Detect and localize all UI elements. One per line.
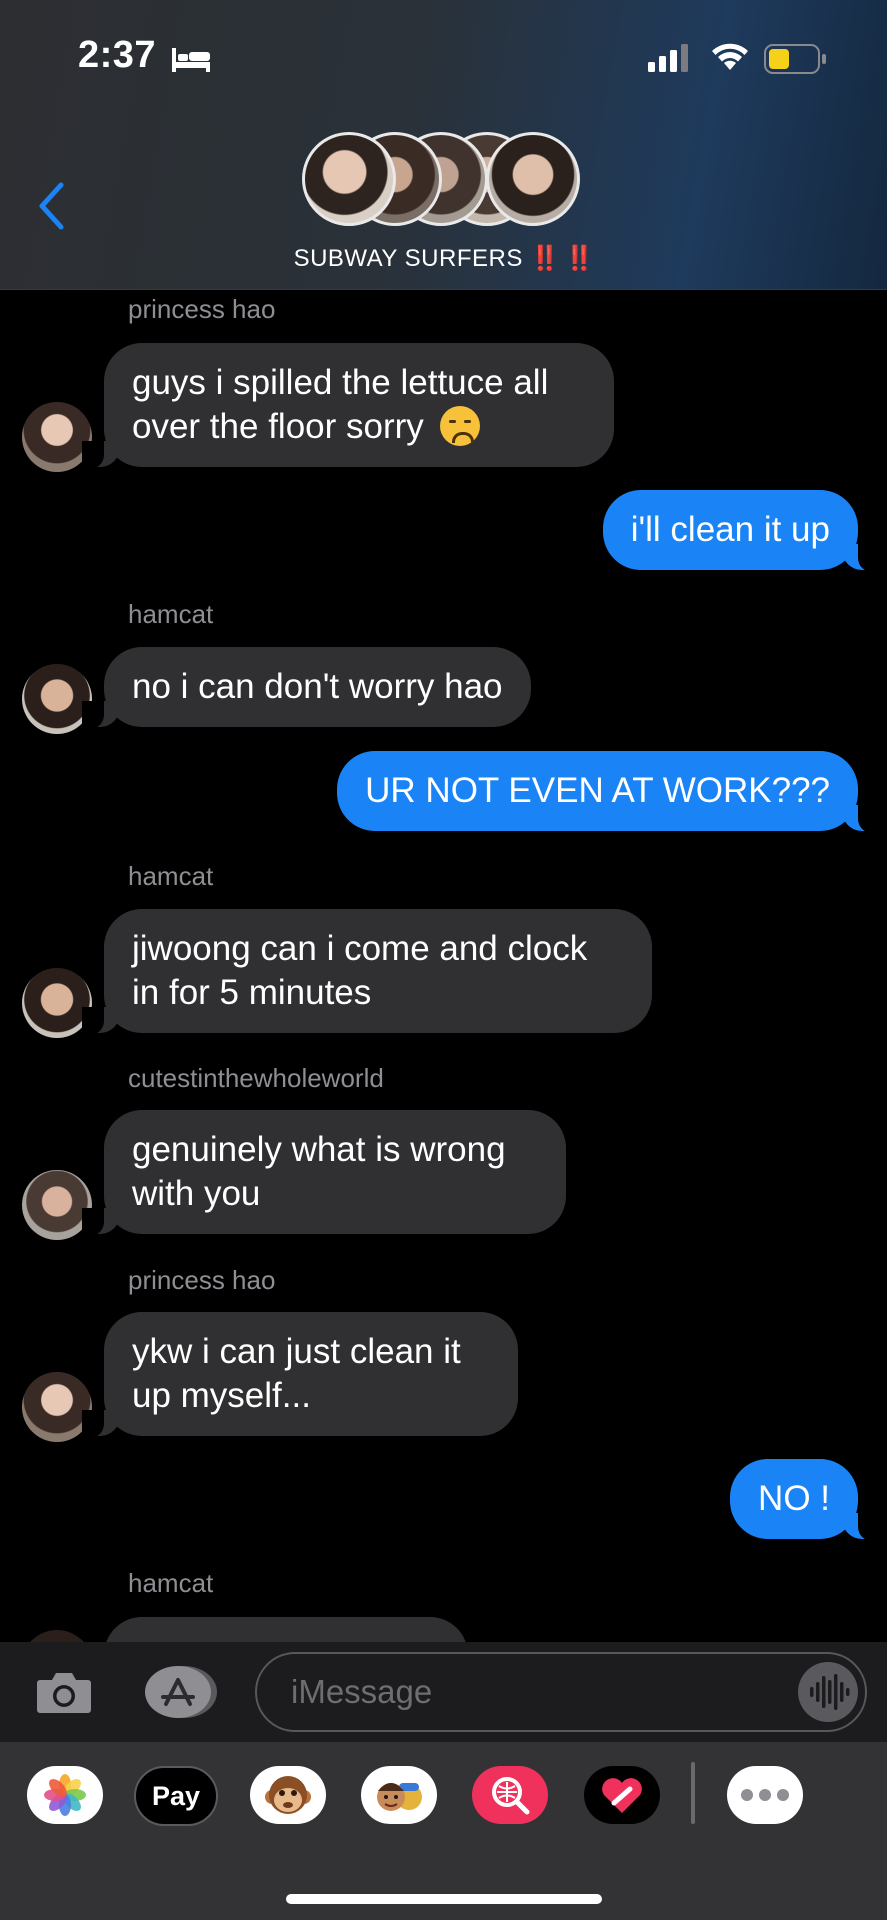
image-search-app-button[interactable] xyxy=(472,1766,548,1824)
cellular-signal-icon xyxy=(648,44,688,72)
memoji-icon xyxy=(377,1783,422,1811)
sender-name: hamcat xyxy=(128,861,214,891)
photos-app-button[interactable] xyxy=(27,1766,103,1824)
message-list[interactable]: princess hao guys i spilled the lettuce … xyxy=(0,290,887,1642)
message-text: guys i spilled the lettuce all over the … xyxy=(132,363,549,446)
more-apps-button[interactable] xyxy=(727,1766,803,1824)
image-search-icon xyxy=(492,1777,530,1815)
drawer-divider xyxy=(691,1762,695,1824)
incoming-message-bubble[interactable]: jiwoong can i come and clock in for 5 mi… xyxy=(82,909,652,1035)
photos-icon xyxy=(44,1774,86,1816)
battery-icon xyxy=(764,44,826,74)
message-text: NO ! xyxy=(758,1479,830,1518)
apple-pay-button[interactable]: Pay xyxy=(134,1766,218,1826)
sender-name: hamcat xyxy=(128,599,214,629)
message-text: ykw i can just clean it up myself... xyxy=(132,1332,461,1415)
back-chevron-icon[interactable] xyxy=(36,182,66,230)
monkey-memoji-icon xyxy=(265,1776,311,1814)
outgoing-message-bubble[interactable]: NO ! xyxy=(730,1459,880,1541)
group-member-avatar xyxy=(486,132,580,226)
incoming-message-bubble[interactable]: genuinely what is wrong with you xyxy=(82,1110,566,1236)
digital-touch-icon xyxy=(602,1778,642,1813)
digital-touch-app-button[interactable] xyxy=(584,1766,660,1824)
audio-message-icon[interactable] xyxy=(796,1660,860,1724)
outgoing-message-bubble[interactable]: UR NOT EVEN AT WORK??? xyxy=(337,751,880,833)
outgoing-message-bubble[interactable]: i'll clean it up xyxy=(602,490,881,572)
group-name-text: SUBWAY SURFERS xyxy=(293,245,523,272)
sender-name: princess hao xyxy=(128,1265,276,1295)
message-text: i'll clean it up xyxy=(630,510,830,549)
conversation-header: 2:37 SUBWAY SURFERS ‼️ ‼️ xyxy=(0,0,887,290)
app-store-icon[interactable] xyxy=(142,1664,220,1720)
disappointed-face-emoji xyxy=(439,406,480,446)
incoming-message-bubble[interactable]: ykw i can just clean it up myself... xyxy=(82,1312,518,1438)
group-name[interactable]: SUBWAY SURFERS ‼️ ‼️ xyxy=(0,244,887,273)
sender-name: princess hao xyxy=(128,294,276,324)
incoming-message-bubble[interactable] xyxy=(104,1617,468,1642)
message-text: UR NOT EVEN AT WORK??? xyxy=(365,771,830,810)
group-avatars[interactable] xyxy=(302,132,584,232)
incoming-message-bubble[interactable]: guys i spilled the lettuce all over the … xyxy=(82,343,614,469)
camera-icon[interactable] xyxy=(36,1668,92,1714)
memoji-app-button[interactable] xyxy=(361,1766,437,1824)
group-member-avatar xyxy=(302,132,396,226)
sender-name: cutestinthewholeworld xyxy=(128,1063,384,1093)
status-time: 2:37 xyxy=(78,34,157,76)
incoming-message-bubble[interactable]: no i can don't worry hao xyxy=(82,647,531,729)
bed-icon xyxy=(172,48,210,72)
wifi-icon xyxy=(712,43,748,70)
apple-pay-label: Pay xyxy=(151,1780,201,1811)
compose-bar xyxy=(0,1642,887,1742)
animoji-app-button[interactable] xyxy=(250,1766,326,1824)
more-icon xyxy=(741,1789,789,1801)
sender-name: hamcat xyxy=(128,1568,214,1598)
imessage-input[interactable] xyxy=(255,1652,867,1732)
double-exclamation-emoji: ‼️ ‼️ xyxy=(530,245,594,272)
sender-avatar[interactable] xyxy=(22,1630,92,1642)
message-text: jiwoong can i come and clock in for 5 mi… xyxy=(132,929,588,1012)
message-text: genuinely what is wrong with you xyxy=(132,1130,506,1213)
message-text: no i can don't worry hao xyxy=(132,667,503,706)
home-indicator[interactable] xyxy=(286,1894,602,1904)
